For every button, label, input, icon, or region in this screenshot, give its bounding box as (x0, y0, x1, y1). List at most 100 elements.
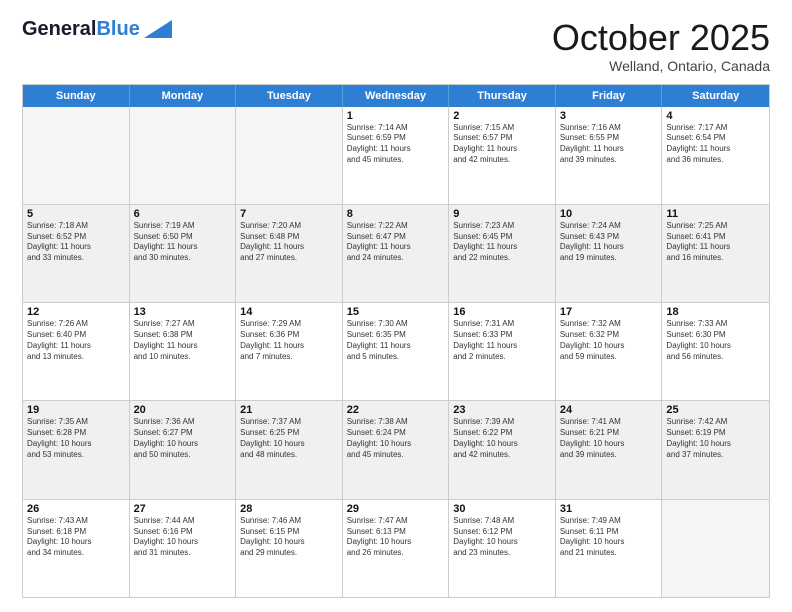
day-number: 28 (240, 503, 338, 515)
calendar-row-2: 12Sunrise: 7:26 AM Sunset: 6:40 PM Dayli… (23, 303, 769, 401)
cal-cell-day-23: 23Sunrise: 7:39 AM Sunset: 6:22 PM Dayli… (449, 401, 556, 498)
cal-cell-day-14: 14Sunrise: 7:29 AM Sunset: 6:36 PM Dayli… (236, 303, 343, 400)
day-number: 6 (134, 208, 232, 220)
day-number: 21 (240, 404, 338, 416)
cal-cell-day-9: 9Sunrise: 7:23 AM Sunset: 6:45 PM Daylig… (449, 205, 556, 302)
cal-cell-day-3: 3Sunrise: 7:16 AM Sunset: 6:55 PM Daylig… (556, 107, 663, 204)
cal-cell-day-10: 10Sunrise: 7:24 AM Sunset: 6:43 PM Dayli… (556, 205, 663, 302)
day-number: 19 (27, 404, 125, 416)
cell-info: Sunrise: 7:22 AM Sunset: 6:47 PM Dayligh… (347, 221, 445, 264)
day-number: 26 (27, 503, 125, 515)
calendar-header: SundayMondayTuesdayWednesdayThursdayFrid… (23, 85, 769, 107)
day-number: 15 (347, 306, 445, 318)
header-day-thursday: Thursday (449, 85, 556, 107)
cell-info: Sunrise: 7:15 AM Sunset: 6:57 PM Dayligh… (453, 123, 551, 166)
cell-info: Sunrise: 7:30 AM Sunset: 6:35 PM Dayligh… (347, 319, 445, 362)
header-day-monday: Monday (130, 85, 237, 107)
cal-cell-day-22: 22Sunrise: 7:38 AM Sunset: 6:24 PM Dayli… (343, 401, 450, 498)
calendar-row-1: 5Sunrise: 7:18 AM Sunset: 6:52 PM Daylig… (23, 205, 769, 303)
cell-info: Sunrise: 7:42 AM Sunset: 6:19 PM Dayligh… (666, 417, 765, 460)
cell-info: Sunrise: 7:25 AM Sunset: 6:41 PM Dayligh… (666, 221, 765, 264)
logo-general: GeneralBlue (22, 18, 140, 40)
cell-info: Sunrise: 7:23 AM Sunset: 6:45 PM Dayligh… (453, 221, 551, 264)
cal-cell-empty (236, 107, 343, 204)
day-number: 8 (347, 208, 445, 220)
day-number: 16 (453, 306, 551, 318)
cell-info: Sunrise: 7:36 AM Sunset: 6:27 PM Dayligh… (134, 417, 232, 460)
cell-info: Sunrise: 7:14 AM Sunset: 6:59 PM Dayligh… (347, 123, 445, 166)
day-number: 5 (27, 208, 125, 220)
cell-info: Sunrise: 7:16 AM Sunset: 6:55 PM Dayligh… (560, 123, 658, 166)
cell-info: Sunrise: 7:35 AM Sunset: 6:28 PM Dayligh… (27, 417, 125, 460)
cal-cell-day-16: 16Sunrise: 7:31 AM Sunset: 6:33 PM Dayli… (449, 303, 556, 400)
day-number: 4 (666, 110, 765, 122)
cal-cell-day-7: 7Sunrise: 7:20 AM Sunset: 6:48 PM Daylig… (236, 205, 343, 302)
header-day-wednesday: Wednesday (343, 85, 450, 107)
day-number: 14 (240, 306, 338, 318)
day-number: 24 (560, 404, 658, 416)
cal-cell-day-28: 28Sunrise: 7:46 AM Sunset: 6:15 PM Dayli… (236, 500, 343, 597)
cell-info: Sunrise: 7:39 AM Sunset: 6:22 PM Dayligh… (453, 417, 551, 460)
cell-info: Sunrise: 7:41 AM Sunset: 6:21 PM Dayligh… (560, 417, 658, 460)
cell-info: Sunrise: 7:24 AM Sunset: 6:43 PM Dayligh… (560, 221, 658, 264)
calendar: SundayMondayTuesdayWednesdayThursdayFrid… (22, 84, 770, 598)
day-number: 10 (560, 208, 658, 220)
header-day-tuesday: Tuesday (236, 85, 343, 107)
cell-info: Sunrise: 7:20 AM Sunset: 6:48 PM Dayligh… (240, 221, 338, 264)
day-number: 12 (27, 306, 125, 318)
logo-icon (144, 20, 172, 38)
cell-info: Sunrise: 7:46 AM Sunset: 6:15 PM Dayligh… (240, 516, 338, 559)
cell-info: Sunrise: 7:32 AM Sunset: 6:32 PM Dayligh… (560, 319, 658, 362)
cell-info: Sunrise: 7:31 AM Sunset: 6:33 PM Dayligh… (453, 319, 551, 362)
cal-cell-day-18: 18Sunrise: 7:33 AM Sunset: 6:30 PM Dayli… (662, 303, 769, 400)
header-day-friday: Friday (556, 85, 663, 107)
cal-cell-day-19: 19Sunrise: 7:35 AM Sunset: 6:28 PM Dayli… (23, 401, 130, 498)
cell-info: Sunrise: 7:48 AM Sunset: 6:12 PM Dayligh… (453, 516, 551, 559)
cell-info: Sunrise: 7:37 AM Sunset: 6:25 PM Dayligh… (240, 417, 338, 460)
cal-cell-day-1: 1Sunrise: 7:14 AM Sunset: 6:59 PM Daylig… (343, 107, 450, 204)
cal-cell-day-6: 6Sunrise: 7:19 AM Sunset: 6:50 PM Daylig… (130, 205, 237, 302)
header-day-sunday: Sunday (23, 85, 130, 107)
cell-info: Sunrise: 7:49 AM Sunset: 6:11 PM Dayligh… (560, 516, 658, 559)
month-title: October 2025 (552, 18, 770, 58)
cell-info: Sunrise: 7:47 AM Sunset: 6:13 PM Dayligh… (347, 516, 445, 559)
cell-info: Sunrise: 7:18 AM Sunset: 6:52 PM Dayligh… (27, 221, 125, 264)
cal-cell-day-17: 17Sunrise: 7:32 AM Sunset: 6:32 PM Dayli… (556, 303, 663, 400)
cal-cell-day-31: 31Sunrise: 7:49 AM Sunset: 6:11 PM Dayli… (556, 500, 663, 597)
day-number: 7 (240, 208, 338, 220)
day-number: 18 (666, 306, 765, 318)
day-number: 11 (666, 208, 765, 220)
cell-info: Sunrise: 7:27 AM Sunset: 6:38 PM Dayligh… (134, 319, 232, 362)
day-number: 27 (134, 503, 232, 515)
cal-cell-day-27: 27Sunrise: 7:44 AM Sunset: 6:16 PM Dayli… (130, 500, 237, 597)
calendar-row-4: 26Sunrise: 7:43 AM Sunset: 6:18 PM Dayli… (23, 500, 769, 597)
cell-info: Sunrise: 7:38 AM Sunset: 6:24 PM Dayligh… (347, 417, 445, 460)
title-block: October 2025 Welland, Ontario, Canada (552, 18, 770, 74)
cell-info: Sunrise: 7:43 AM Sunset: 6:18 PM Dayligh… (27, 516, 125, 559)
cell-info: Sunrise: 7:26 AM Sunset: 6:40 PM Dayligh… (27, 319, 125, 362)
cal-cell-day-13: 13Sunrise: 7:27 AM Sunset: 6:38 PM Dayli… (130, 303, 237, 400)
cal-cell-day-8: 8Sunrise: 7:22 AM Sunset: 6:47 PM Daylig… (343, 205, 450, 302)
day-number: 31 (560, 503, 658, 515)
cal-cell-day-11: 11Sunrise: 7:25 AM Sunset: 6:41 PM Dayli… (662, 205, 769, 302)
cal-cell-day-25: 25Sunrise: 7:42 AM Sunset: 6:19 PM Dayli… (662, 401, 769, 498)
cal-cell-day-30: 30Sunrise: 7:48 AM Sunset: 6:12 PM Dayli… (449, 500, 556, 597)
cal-cell-day-5: 5Sunrise: 7:18 AM Sunset: 6:52 PM Daylig… (23, 205, 130, 302)
cal-cell-day-24: 24Sunrise: 7:41 AM Sunset: 6:21 PM Dayli… (556, 401, 663, 498)
cal-cell-day-26: 26Sunrise: 7:43 AM Sunset: 6:18 PM Dayli… (23, 500, 130, 597)
calendar-row-3: 19Sunrise: 7:35 AM Sunset: 6:28 PM Dayli… (23, 401, 769, 499)
cell-info: Sunrise: 7:44 AM Sunset: 6:16 PM Dayligh… (134, 516, 232, 559)
header: GeneralBlue October 2025 Welland, Ontari… (22, 18, 770, 74)
cal-cell-empty (23, 107, 130, 204)
day-number: 2 (453, 110, 551, 122)
day-number: 25 (666, 404, 765, 416)
page: GeneralBlue October 2025 Welland, Ontari… (0, 0, 792, 612)
calendar-body: 1Sunrise: 7:14 AM Sunset: 6:59 PM Daylig… (23, 107, 769, 597)
cal-cell-day-29: 29Sunrise: 7:47 AM Sunset: 6:13 PM Dayli… (343, 500, 450, 597)
location: Welland, Ontario, Canada (552, 58, 770, 74)
day-number: 30 (453, 503, 551, 515)
logo: GeneralBlue (22, 18, 172, 40)
cal-cell-empty (662, 500, 769, 597)
cell-info: Sunrise: 7:29 AM Sunset: 6:36 PM Dayligh… (240, 319, 338, 362)
day-number: 23 (453, 404, 551, 416)
